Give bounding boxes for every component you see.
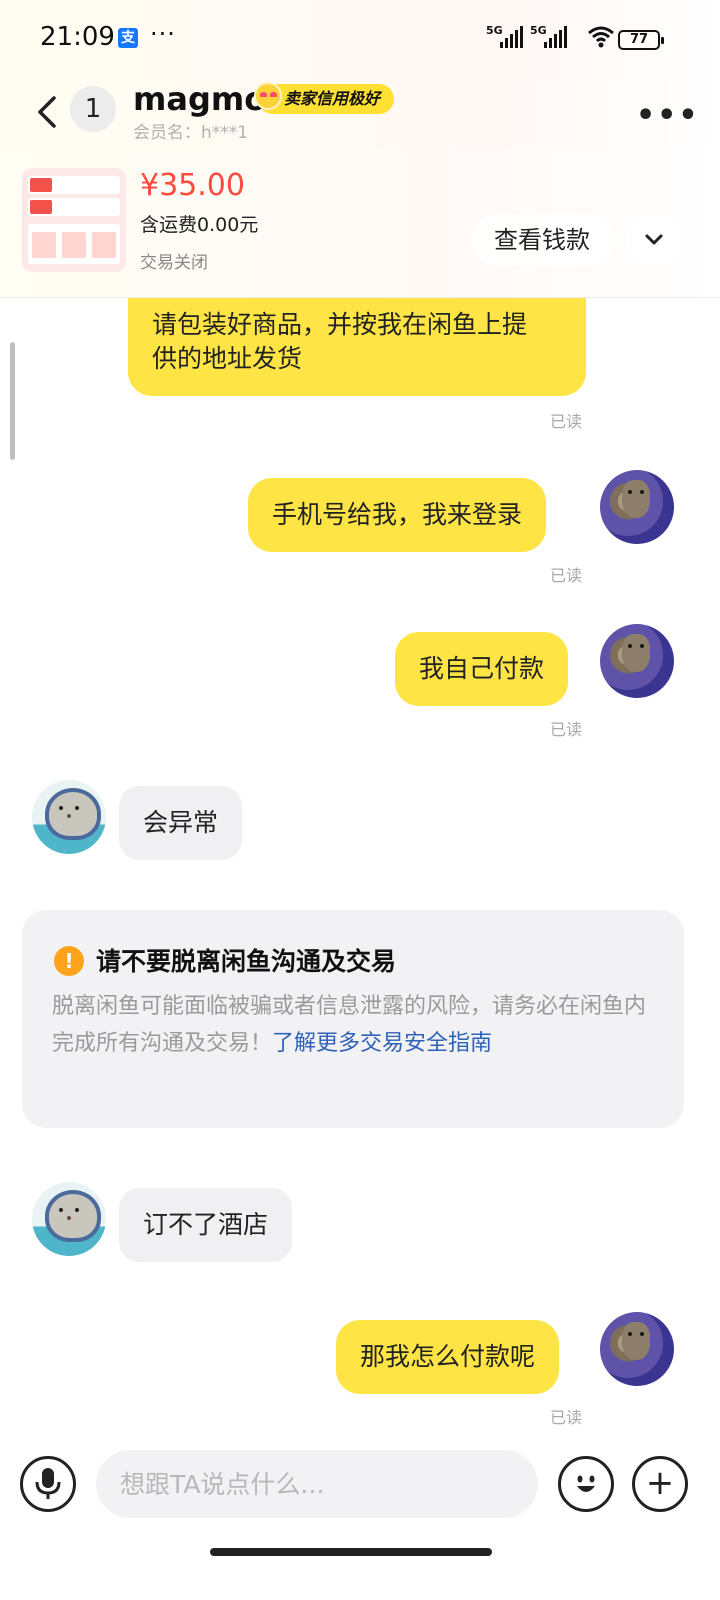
warning-icon: ! bbox=[54, 946, 84, 976]
read-receipt: 已读 bbox=[550, 412, 583, 431]
outgoing-message[interactable]: 请包装好商品，并按我在闲鱼上提 供的地址发货 bbox=[128, 298, 586, 396]
alipay-icon: 支 bbox=[118, 28, 138, 48]
more-notifications-icon: ··· bbox=[150, 20, 176, 48]
message-input[interactable] bbox=[96, 1450, 538, 1518]
deal-status: 交易关闭 bbox=[140, 253, 208, 273]
contact-avatar[interactable] bbox=[32, 1182, 106, 1256]
message-text-line: 请包装好商品，并按我在闲鱼上提 bbox=[152, 310, 528, 339]
view-money-button[interactable]: 查看钱款 bbox=[472, 214, 612, 266]
chevron-down-icon bbox=[645, 234, 663, 245]
product-price: ¥35.00 bbox=[140, 168, 245, 203]
home-indicator[interactable] bbox=[210, 1548, 492, 1556]
safety-guide-link[interactable]: 了解更多交易安全指南 bbox=[272, 1031, 492, 1056]
my-avatar[interactable] bbox=[600, 1312, 674, 1386]
wifi-icon bbox=[588, 26, 614, 48]
emoji-button[interactable] bbox=[558, 1456, 614, 1512]
incoming-message[interactable]: 订不了酒店 bbox=[119, 1188, 293, 1262]
status-bar: 21:09 支 ··· 5G 5G 77 bbox=[0, 0, 720, 80]
read-receipt: 已读 bbox=[550, 566, 583, 585]
plus-icon[interactable]: + bbox=[632, 1456, 688, 1512]
signal-icon-1: 5G bbox=[486, 24, 526, 50]
unread-count-badge[interactable]: 1 bbox=[70, 86, 116, 132]
product-thumbnail[interactable] bbox=[22, 168, 126, 272]
microphone-icon bbox=[35, 1468, 61, 1499]
outgoing-message[interactable]: 我自己付款 bbox=[395, 632, 569, 706]
scrollbar[interactable] bbox=[10, 342, 15, 460]
safety-warning-card: ! 请不要脱离闲鱼沟通及交易 脱离闲鱼可能面临被骗或者信息泄露的风险，请务必在闲… bbox=[22, 910, 684, 1128]
read-receipt: 已读 bbox=[550, 1408, 583, 1427]
expand-button[interactable] bbox=[626, 214, 682, 266]
heart-eyes-icon bbox=[254, 82, 282, 110]
chat-message-list[interactable]: 请包装好商品，并按我在闲鱼上提 供的地址发货 已读 手机号给我，我来登录 已读 … bbox=[0, 298, 720, 1440]
signal-icon-2: 5G bbox=[530, 24, 570, 50]
incoming-message[interactable]: 会异常 bbox=[119, 786, 243, 860]
outgoing-message[interactable]: 那我怎么付款呢 bbox=[336, 1320, 560, 1394]
my-avatar[interactable] bbox=[600, 624, 674, 698]
voice-button[interactable] bbox=[20, 1456, 76, 1512]
chat-header: 1 magmo 卖家信用极好 会员名：h***1 ••• bbox=[0, 80, 720, 148]
contact-name: magmo bbox=[133, 80, 267, 118]
contact-avatar[interactable] bbox=[32, 780, 106, 854]
outgoing-message[interactable]: 手机号给我，我来登录 bbox=[248, 478, 547, 552]
message-text-line: 供的地址发货 bbox=[152, 344, 303, 373]
member-name-label: 会员名：h***1 bbox=[133, 123, 249, 143]
shipping-fee: 含运费0.00元 bbox=[140, 214, 259, 236]
battery-icon: 77 bbox=[618, 30, 664, 50]
status-time: 21:09 bbox=[40, 22, 115, 52]
my-avatar[interactable] bbox=[600, 470, 674, 544]
read-receipt: 已读 bbox=[550, 720, 583, 739]
product-card[interactable]: ¥35.00 含运费0.00元 交易关闭 查看钱款 bbox=[0, 148, 720, 298]
emoji-icon bbox=[577, 1475, 595, 1492]
warning-body: 脱离闲鱼可能面临被骗或者信息泄露的风险，请务必在闲鱼内完成所有沟通及交易！了解更… bbox=[52, 988, 662, 1062]
message-input-bar: + bbox=[0, 1440, 720, 1600]
warning-title: 请不要脱离闲鱼沟通及交易 bbox=[96, 947, 397, 976]
more-dots-icon[interactable]: ••• bbox=[636, 98, 700, 133]
back-arrow-icon[interactable] bbox=[28, 92, 68, 132]
